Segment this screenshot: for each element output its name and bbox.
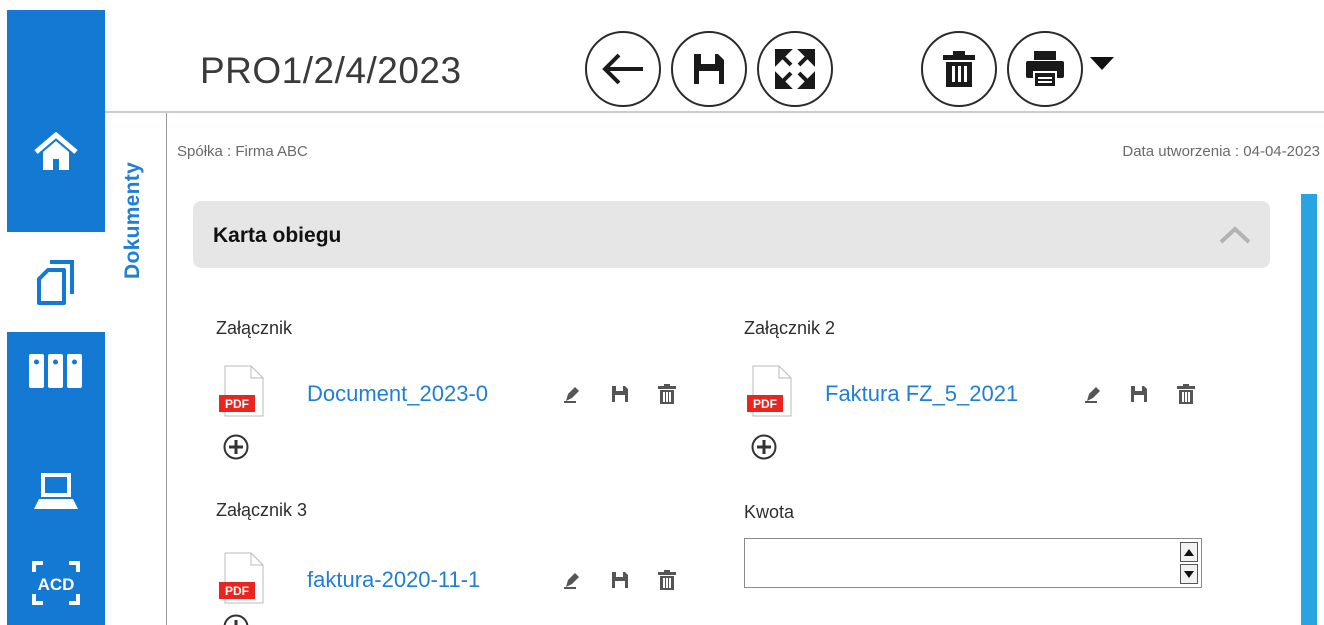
pdf-badge-text: PDF	[753, 397, 777, 411]
edit-pen-icon[interactable]	[562, 570, 582, 590]
nav-item-scanner[interactable]	[7, 456, 105, 526]
left-nav-bar: ACD	[7, 10, 105, 625]
fullscreen-icon	[775, 49, 815, 89]
trash-icon	[943, 51, 975, 87]
edit-pen-icon[interactable]	[562, 384, 582, 404]
document-number-title: PRO1/2/4/2023	[200, 50, 462, 91]
delete-file-icon[interactable]	[657, 570, 677, 590]
pdf-badge-text: PDF	[225, 584, 249, 598]
save-button[interactable]	[671, 31, 747, 107]
save-file-icon[interactable]	[1129, 384, 1149, 404]
delete-button[interactable]	[921, 31, 997, 107]
acd-ocr-icon: ACD	[32, 561, 80, 605]
add-attachment-icon[interactable]	[751, 434, 777, 460]
pdf-file-icon: PDF	[747, 365, 792, 417]
amount-input[interactable]	[744, 538, 1202, 588]
tab-dokumenty[interactable]: Dokumenty	[121, 162, 145, 279]
back-button[interactable]	[585, 31, 661, 107]
print-button[interactable]	[1007, 31, 1083, 107]
side-tab-divider	[166, 113, 167, 625]
nav-item-binders[interactable]	[7, 336, 105, 406]
delete-file-icon[interactable]	[657, 384, 677, 404]
section-title: Karta obiegu	[213, 224, 342, 247]
delete-file-icon[interactable]	[1176, 384, 1196, 404]
nav-item-home[interactable]	[7, 102, 105, 202]
attachment-1-label: Załącznik	[216, 318, 293, 338]
triangle-down-icon	[1184, 570, 1194, 578]
amount-increment-button[interactable]	[1180, 542, 1198, 562]
attachment-1-file-link[interactable]: Document_2023-0	[307, 381, 488, 407]
nav-item-acd[interactable]: ACD	[7, 548, 105, 618]
save-file-icon[interactable]	[610, 570, 630, 590]
pdf-file-icon: PDF	[219, 365, 264, 417]
attachment-2-label: Załącznik 2	[744, 318, 836, 338]
company-label: Spółka : Firma ABC	[177, 143, 308, 160]
binders-icon	[29, 354, 82, 388]
creation-date-label: Data utworzenia : 04-04-2023	[1122, 143, 1320, 160]
back-arrow-icon	[602, 53, 643, 85]
fullscreen-button[interactable]	[757, 31, 833, 107]
add-attachment-icon[interactable]	[223, 434, 249, 460]
pdf-badge-text: PDF	[225, 397, 249, 411]
attachment-3-file-link[interactable]: faktura-2020-11-1	[307, 567, 480, 593]
header-divider	[105, 111, 1324, 113]
save-file-icon[interactable]	[610, 384, 630, 404]
attachment-2-file-link[interactable]: Faktura FZ_5_2021	[825, 381, 1018, 407]
acd-icon-text: ACD	[38, 575, 75, 594]
print-options-dropdown[interactable]	[1090, 57, 1114, 70]
app-window: ACD PRO1/2/4/2023 Dokumenty Spółka: Fir…	[0, 0, 1324, 625]
section-header-karta-obiegu[interactable]: Karta obiegu	[193, 201, 1270, 268]
attachment-3-label: Załącznik 3	[216, 500, 308, 520]
home-icon	[34, 132, 78, 170]
vertical-scrollbar[interactable]	[1301, 194, 1317, 625]
floppy-disk-icon	[694, 54, 724, 84]
nav-item-documents[interactable]	[7, 232, 105, 332]
pdf-file-icon: PDF	[219, 552, 264, 604]
add-attachment-icon[interactable]	[223, 614, 249, 625]
amount-decrement-button[interactable]	[1180, 564, 1198, 584]
documents-icon	[37, 260, 74, 305]
amount-label: Kwota	[744, 502, 795, 522]
edit-pen-icon[interactable]	[1083, 384, 1103, 404]
chevron-up-icon[interactable]	[1218, 225, 1252, 245]
printer-icon	[1026, 51, 1064, 88]
scanner-icon	[34, 473, 78, 509]
triangle-up-icon	[1184, 548, 1194, 556]
